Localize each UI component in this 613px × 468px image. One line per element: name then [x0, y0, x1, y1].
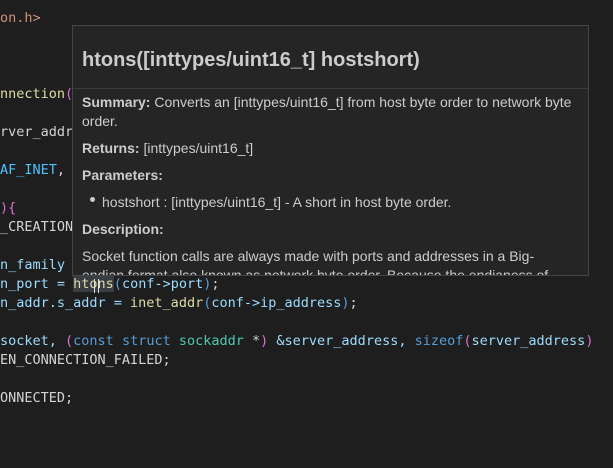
function-name: inet_addr — [130, 295, 204, 311]
parameters-section: Parameters: — [82, 166, 574, 185]
keyword: const struct — [73, 333, 171, 349]
code-text: ; — [349, 295, 358, 311]
paren: ) — [341, 295, 350, 311]
code-text: &server_address, — [268, 333, 415, 349]
code-text: _CREATION — [0, 219, 74, 235]
paren: ( — [463, 333, 472, 349]
code-text: n_family — [0, 257, 66, 273]
code-line: n_port = htons(conf->port); — [0, 275, 220, 294]
keyword: sizeof — [414, 333, 464, 349]
returns-text: [inttypes/uint16_t] — [139, 140, 254, 156]
code-line: ){ — [0, 199, 16, 218]
hover-title: htons([inttypes/uint16_t] hostshort) — [82, 49, 420, 71]
code-text: n_port = — [0, 276, 74, 292]
code-line: _CREATION — [0, 218, 73, 237]
paren: ( — [65, 333, 74, 349]
paren: ( — [113, 276, 122, 292]
enum-constant: AF_INET — [0, 162, 57, 178]
paren: ) — [0, 200, 9, 216]
code-text: conf->ip_address — [211, 295, 342, 311]
code-text: rver_addr — [0, 124, 74, 140]
returns-section: Returns: [inttypes/uint16_t] — [82, 139, 574, 158]
code-line: EN_CONNECTION_FAILED; — [0, 351, 171, 370]
code-line: ONNECTED; — [0, 389, 73, 408]
code-line: nnection( — [0, 85, 73, 104]
code-line: on.h> — [0, 9, 41, 28]
code-text: n_addr.s_addr = — [0, 295, 131, 311]
include-text: on.h> — [0, 10, 41, 26]
code-line: n_addr.s_addr = inet_addr(conf->ip_addre… — [0, 294, 358, 313]
description-section: Description: — [82, 220, 574, 239]
code-text: * — [252, 333, 261, 349]
summary-label: Summary: — [82, 94, 151, 110]
code-text: server_address — [471, 333, 586, 349]
code-line: n_family — [0, 256, 65, 275]
summary-section: Summary: Converts an [inttypes/uint16_t]… — [82, 93, 574, 131]
type-name: sockaddr — [170, 333, 252, 349]
description-text: Socket function calls are always made wi… — [82, 248, 549, 276]
parameter-item: hostshort : [inttypes/uint16_t] - A shor… — [102, 194, 452, 210]
divider — [73, 88, 588, 89]
code-line: rver_addr — [0, 123, 73, 142]
code-text: EN_CONNECTION_FAILED; — [0, 352, 171, 368]
code-text: ; — [211, 276, 220, 292]
hover-tooltip[interactable]: htons([inttypes/uint16_t] hostshort) Sum… — [72, 25, 589, 276]
summary-text: Converts an [inttypes/uint16_t] from hos… — [82, 94, 572, 129]
returns-label: Returns: — [82, 140, 140, 156]
function-name: nnection — [0, 86, 66, 102]
code-text: socket, — [0, 333, 66, 349]
parameters-label: Parameters: — [82, 167, 163, 183]
code-text: conf->port — [121, 276, 204, 292]
code-text: ONNECTED; — [0, 390, 74, 406]
brace: { — [8, 200, 17, 216]
description-label: Description: — [82, 221, 164, 237]
code-text: , — [56, 162, 66, 178]
bullet-icon — [90, 197, 95, 202]
code-line: socket, (const struct sockaddr *) &serve… — [0, 332, 593, 351]
code-line: AF_INET, — [0, 161, 65, 180]
paren: ) — [585, 333, 594, 349]
text-cursor — [94, 279, 99, 293]
